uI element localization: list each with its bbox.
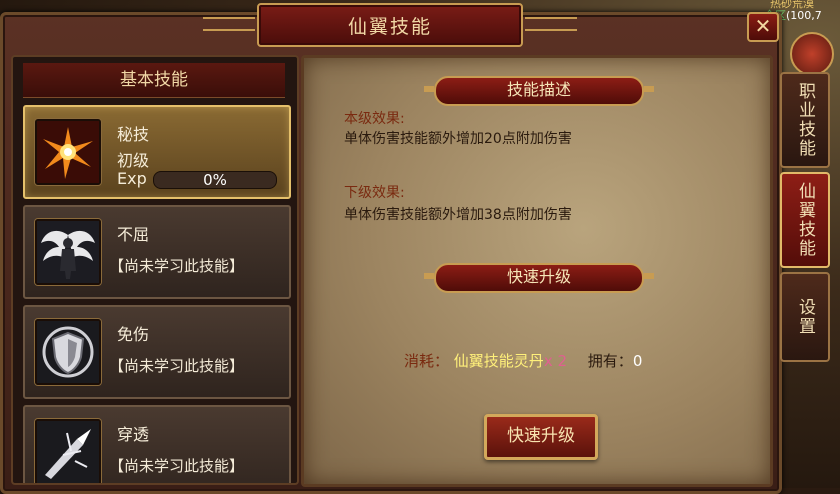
skill-level: 初级: [117, 151, 150, 170]
skill-name: 秘技: [117, 125, 150, 144]
title-ornament-right: [525, 17, 577, 31]
skill-status: 【尚未学习此技能】: [109, 457, 245, 475]
skill-list-header: 基本技能: [23, 63, 285, 98]
tab-label: 仙翼技能: [795, 182, 815, 258]
skill-card-chuantou[interactable]: 穿透 【尚未学习此技能】: [23, 405, 291, 483]
coords-value: (100,7: [786, 9, 822, 22]
tab-label: 设置: [795, 298, 815, 336]
cost-label: 消耗：: [404, 352, 450, 370]
tab-label: 职业技能: [795, 82, 815, 158]
title-ornament-left: [203, 17, 255, 31]
skill-name: 不屈: [117, 225, 150, 244]
current-effect-text: 单体伤害技能额外增加20点附加伤害: [344, 131, 572, 147]
next-effect-label: 下级效果:: [344, 185, 405, 201]
exp-progress-text: 0%: [203, 171, 227, 189]
upgrade-cost-line: 消耗： 仙翼技能灵丹x 2 拥有：0: [404, 350, 642, 371]
skill-card-buqu[interactable]: 不屈 【尚未学习此技能】: [23, 205, 291, 299]
close-icon: ✕: [754, 14, 772, 38]
cost-multiplier: x 2: [543, 352, 568, 370]
piercing-blade-icon: [35, 419, 101, 483]
tab-class-skills[interactable]: 职业技能: [780, 72, 830, 168]
next-effect-text: 单体伤害技能额外增加38点附加伤害: [344, 207, 572, 223]
tab-wing-skills[interactable]: 仙翼技能: [780, 172, 830, 268]
quick-upgrade-button[interactable]: 快速升级: [484, 414, 598, 460]
quick-upgrade-ribbon: 快速升级: [424, 263, 654, 293]
exp-progress-bar: 0%: [153, 171, 277, 189]
skill-list-panel: 基本技能 秘技 初级 Exp 0% 不屈 【尚未学习此技能】 免伤 【尚未学习此…: [11, 55, 299, 485]
tab-settings[interactable]: 设置: [780, 272, 830, 362]
own-value: 0: [632, 352, 643, 370]
skill-status: 【尚未学习此技能】: [109, 357, 245, 375]
flame-burst-icon: [35, 119, 101, 185]
skill-description-ribbon: 技能描述: [424, 76, 654, 106]
cost-item-name: 仙翼技能灵丹: [453, 352, 544, 370]
guild-emblem-icon[interactable]: [790, 32, 834, 76]
skill-card-miji[interactable]: 秘技 初级 Exp 0%: [23, 105, 291, 199]
winged-figure-icon: [35, 219, 101, 285]
skill-window: 仙翼技能 ✕ 基本技能 秘技 初级 Exp 0% 不屈 【尚未学习此技能】 免伤…: [0, 3, 782, 494]
window-title-plate: 仙翼技能: [203, 3, 577, 47]
skill-name: 穿透: [117, 425, 150, 444]
skill-name: 免伤: [117, 325, 150, 344]
skill-status: 【尚未学习此技能】: [109, 257, 245, 275]
skill-card-mianshang[interactable]: 免伤 【尚未学习此技能】: [23, 305, 291, 399]
skill-detail-panel: 技能描述 本级效果: 单体伤害技能额外增加20点附加伤害 下级效果: 单体伤害技…: [301, 55, 773, 487]
exp-label: Exp: [117, 169, 147, 188]
shield-icon: [35, 319, 101, 385]
current-effect-label: 本级效果:: [344, 111, 405, 127]
map-name: 热砂荒漠: [770, 0, 814, 10]
own-label: 拥有：: [587, 352, 633, 370]
close-button[interactable]: ✕: [747, 12, 779, 42]
window-title: 仙翼技能: [347, 15, 432, 38]
